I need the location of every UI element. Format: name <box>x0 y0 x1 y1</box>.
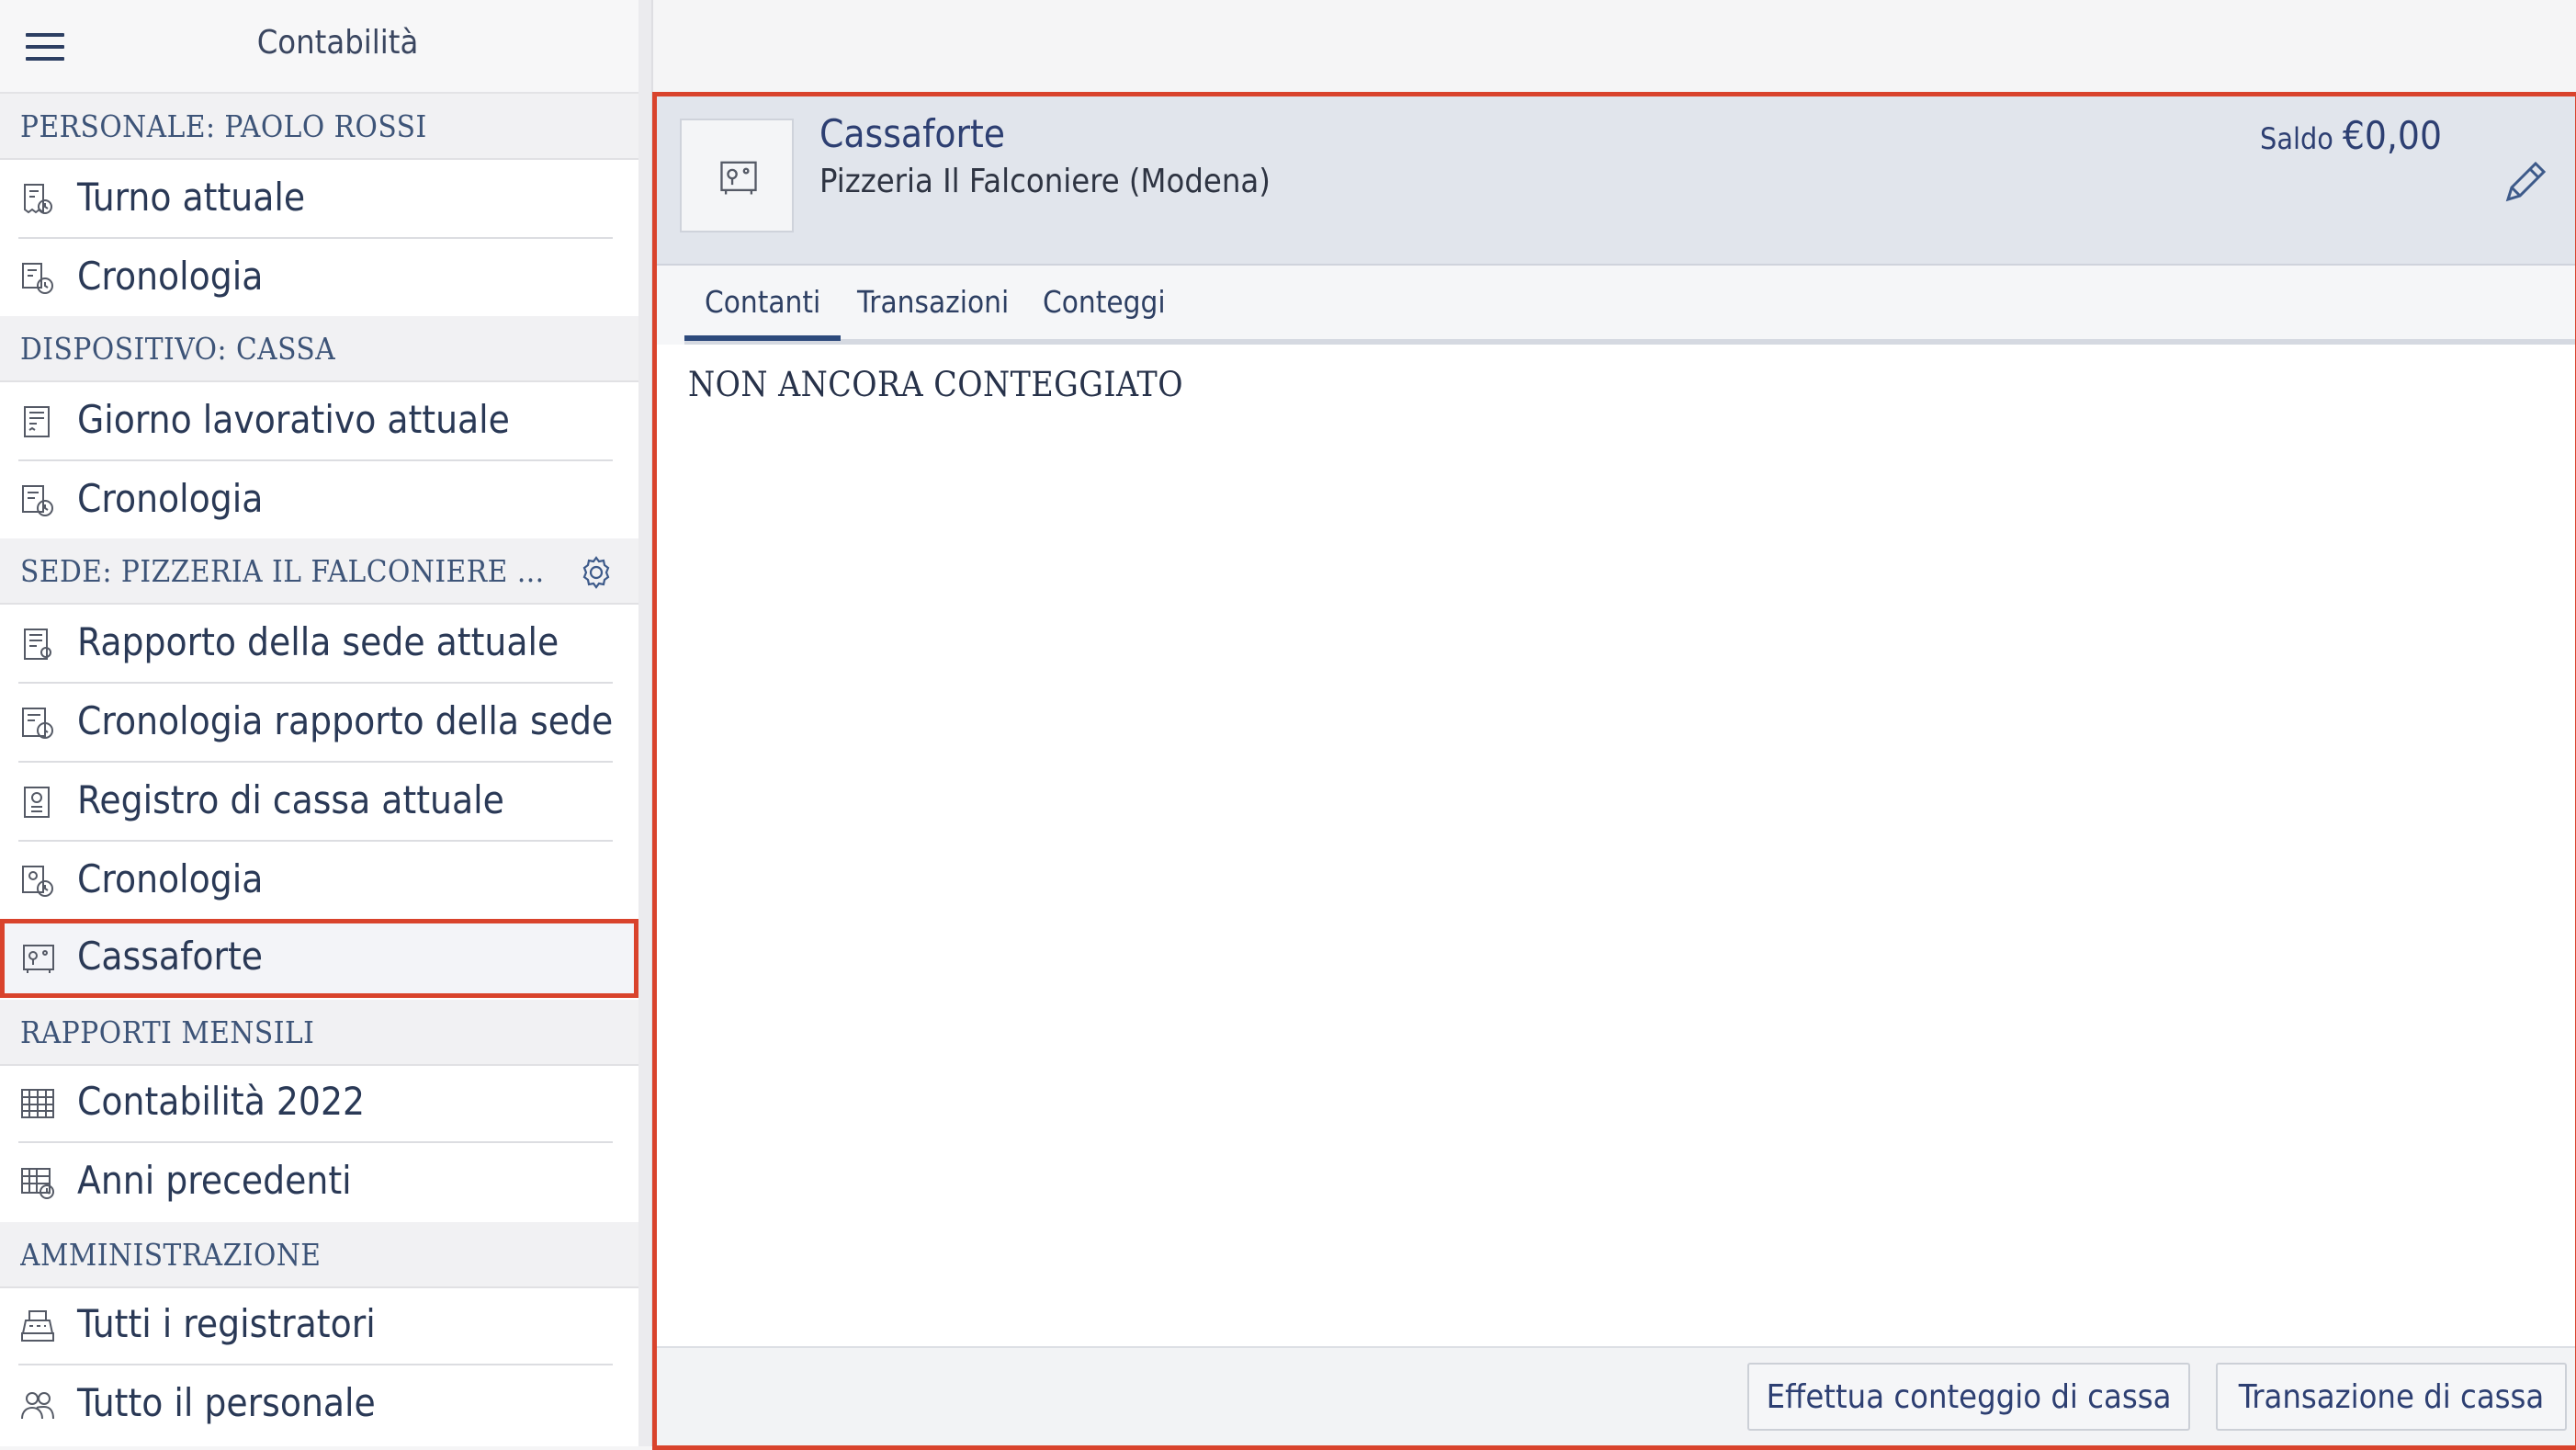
cash-machine-icon <box>21 1310 54 1342</box>
sidebar-item-label: Tutti i registratori <box>77 1301 376 1346</box>
sidebar-item-label: Giorno lavorativo attuale <box>77 397 510 442</box>
sidebar-item-current-cash-register[interactable]: Registro di cassa attuale <box>0 763 638 842</box>
sidebar-item-label: Anni precedenti <box>77 1158 352 1203</box>
sidebar-item-label: Cassaforte <box>77 934 264 979</box>
tab-cash[interactable]: Contanti <box>684 284 842 341</box>
tab-transactions[interactable]: Transazioni <box>857 284 1009 320</box>
history-icon <box>22 866 53 897</box>
sidebar-item-all-registers[interactable]: Tutti i registratori <box>0 1286 638 1365</box>
safe-icon <box>720 161 757 195</box>
sidebar-item-safe[interactable]: Cassaforte <box>0 919 638 998</box>
tab-bar: Contanti Transazioni Conteggi <box>657 266 2575 345</box>
section-label: DISPOSITIVO: CASSA <box>20 331 336 367</box>
detail-header: Cassaforte Pizzeria Il Falconiere (Moden… <box>657 96 2575 266</box>
sidebar-item-label: Turno attuale <box>77 175 306 220</box>
sidebar-item-label: Tutto il personale <box>77 1380 376 1425</box>
menu-icon[interactable] <box>26 31 66 62</box>
calendar-icon <box>21 1089 54 1118</box>
section-label: AMMINISTRAZIONE <box>20 1237 322 1273</box>
location-report-icon <box>24 629 51 660</box>
sidebar-item-all-staff[interactable]: Tutto il personale <box>0 1365 638 1444</box>
history-icon <box>22 708 53 739</box>
action-footer: Effettua conteggio di cassa Transazione … <box>657 1346 2575 1445</box>
sidebar-resize-handle[interactable] <box>638 0 653 1446</box>
safe-avatar <box>680 119 794 232</box>
cash-register-icon <box>24 787 50 818</box>
sidebar-item-accounting-2022[interactable]: Contabilità 2022 <box>0 1064 638 1143</box>
sidebar-item-current-shift[interactable]: Turno attuale <box>0 160 638 239</box>
sidebar-item-label: Registro di cassa attuale <box>77 777 504 822</box>
people-icon <box>21 1392 54 1420</box>
sidebar-item-device-history[interactable]: Cronologia <box>0 461 638 540</box>
gear-icon[interactable] <box>579 555 614 590</box>
sidebar-item-current-workday[interactable]: Giorno lavorativo attuale <box>0 382 638 461</box>
sidebar-item-label: Contabilità 2022 <box>77 1079 366 1124</box>
sidebar-item-label: Cronologia rapporto della sede <box>77 698 614 743</box>
sidebar-item-location-report[interactable]: Rapporto della sede attuale <box>0 605 638 684</box>
sidebar-item-register-history[interactable]: Cronologia <box>0 842 638 921</box>
pencil-icon[interactable] <box>2499 155 2552 209</box>
sidebar-item-previous-years[interactable]: Anni precedenti <box>0 1143 638 1222</box>
balance: Saldo €0,00 <box>2260 113 2442 158</box>
safe-detail-panel: Cassaforte Pizzeria Il Falconiere (Moden… <box>652 92 2576 1450</box>
section-label: PERSONALE: PAOLO ROSSI <box>20 108 427 144</box>
shift-receipt-icon <box>24 184 52 214</box>
count-status: NON ANCORA CONTEGGIATO <box>688 365 1183 404</box>
section-device: DISPOSITIVO: CASSA <box>0 316 638 382</box>
safe-icon <box>23 945 54 973</box>
receipt-icon <box>24 406 50 437</box>
sidebar-item-label: Rapporto della sede attuale <box>77 619 559 664</box>
page-title: Cassaforte <box>819 111 1006 156</box>
history-icon <box>22 485 53 516</box>
section-personal: PERSONALE: PAOLO ROSSI <box>0 94 638 160</box>
section-monthly-reports: RAPPORTI MENSILI <box>0 1000 638 1066</box>
sidebar-item-location-report-history[interactable]: Cronologia rapporto della sede <box>0 684 638 763</box>
sidebar-header: Contabilità <box>0 0 638 94</box>
sidebar: Contabilità PERSONALE: PAOLO ROSSI Turno… <box>0 0 638 1446</box>
sidebar-item-label: Cronologia <box>77 476 264 521</box>
location-subtitle: Pizzeria Il Falconiere (Modena) <box>819 163 1271 200</box>
calendar-history-icon <box>21 1168 54 1199</box>
section-location: SEDE: PIZZERIA IL FALCONIERE (MOD... <box>0 538 638 605</box>
section-administration: AMMINISTRAZIONE <box>0 1222 638 1288</box>
section-label: SEDE: PIZZERIA IL FALCONIERE (MOD... <box>20 553 553 589</box>
sidebar-item-label: Cronologia <box>77 254 264 299</box>
balance-label: Saldo <box>2260 121 2333 156</box>
section-label: RAPPORTI MENSILI <box>20 1014 315 1050</box>
balance-value: €0,00 <box>2342 113 2442 158</box>
tab-counts[interactable]: Conteggi <box>1043 284 1166 320</box>
sidebar-item-label: Cronologia <box>77 856 264 901</box>
cash-count-button[interactable]: Effettua conteggio di cassa <box>1747 1363 2190 1431</box>
sidebar-title: Contabilità <box>256 24 419 62</box>
cash-transaction-button[interactable]: Transazione di cassa <box>2216 1363 2567 1431</box>
history-icon <box>22 263 53 294</box>
sidebar-item-personal-history[interactable]: Cronologia <box>0 239 638 318</box>
